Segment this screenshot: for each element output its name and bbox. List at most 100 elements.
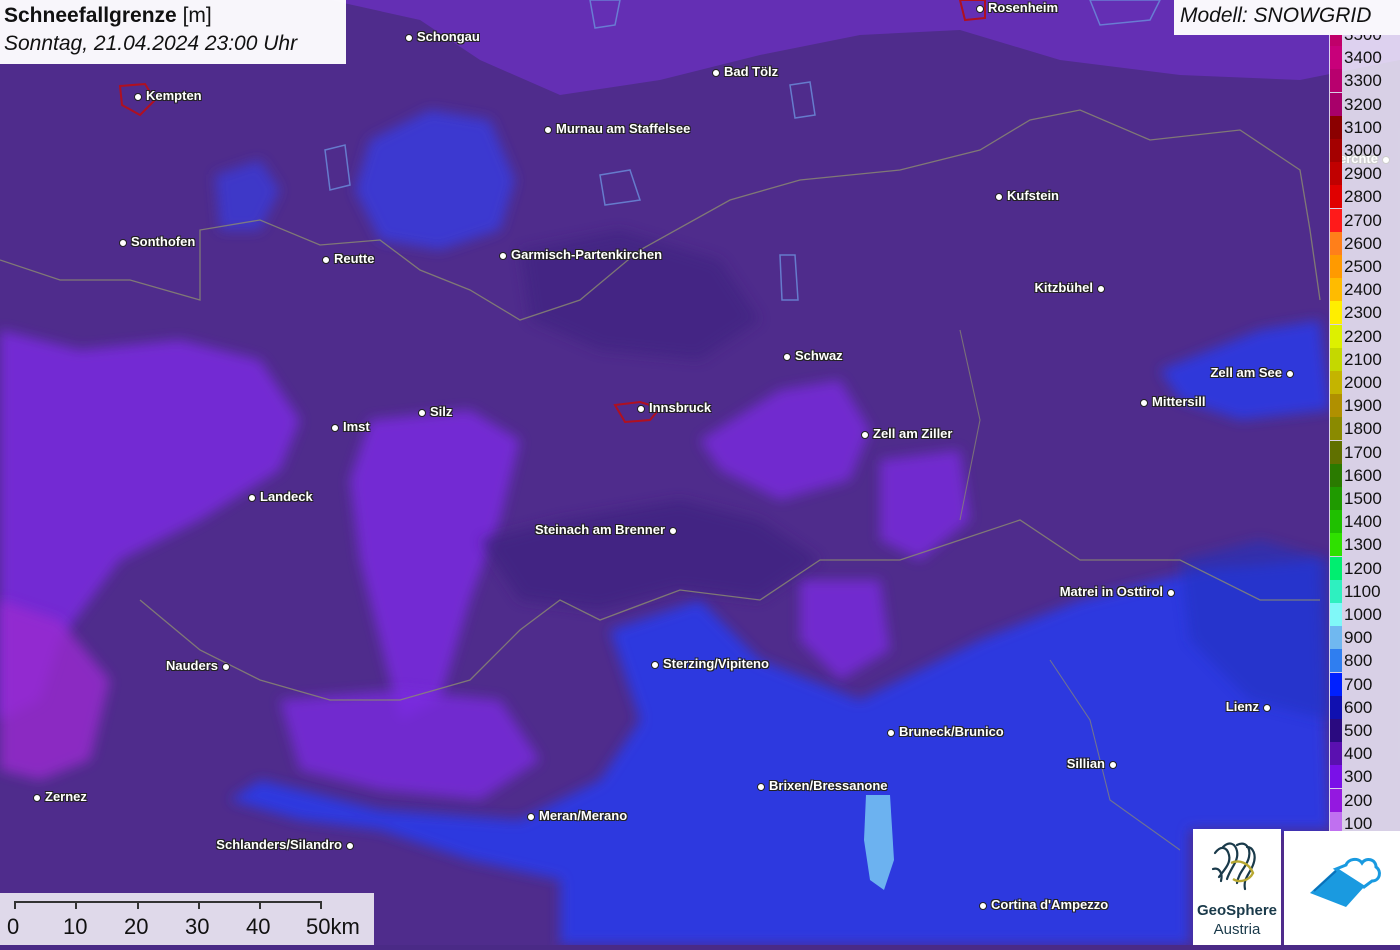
- legend-item: 3000: [1329, 139, 1400, 162]
- city-label[interactable]: Kitzbühel: [1035, 280, 1094, 295]
- city-marker-dot: [405, 34, 413, 42]
- model-label: Modell: SNOWGRID: [1174, 0, 1400, 35]
- legend-item: 100: [1329, 811, 1400, 832]
- legend-label: 800: [1344, 651, 1373, 671]
- legend-swatch: [1330, 347, 1342, 371]
- scale-label: 0: [7, 914, 20, 939]
- legend-swatch: [1330, 695, 1342, 719]
- city-label[interactable]: Bruneck/Brunico: [899, 724, 1004, 739]
- map-datetime: Sonntag, 21.04.2024 23:00 Uhr: [4, 32, 298, 55]
- city-label[interactable]: Murnau am Staffelsee: [556, 121, 690, 136]
- legend-item: 1400: [1329, 510, 1400, 534]
- city-label[interactable]: Sterzing/Vipiteno: [663, 656, 769, 671]
- city-marker-dot: [637, 405, 645, 413]
- legend-item: 3200: [1329, 92, 1400, 116]
- city-marker-dot: [418, 409, 426, 417]
- legend-label: 1700: [1344, 442, 1382, 462]
- scale-label: 10: [63, 914, 88, 939]
- legend-swatch: [1330, 46, 1342, 70]
- city-label[interactable]: Mittersill: [1152, 394, 1205, 409]
- city-label[interactable]: Brixen/Bressanone: [769, 778, 888, 793]
- city-label[interactable]: Silz: [430, 404, 452, 419]
- city-marker-dot: [248, 494, 256, 502]
- city-marker-dot: [527, 813, 535, 821]
- city-label[interactable]: Matrei in Osttirol: [1060, 584, 1163, 599]
- legend-label: 1100: [1344, 581, 1381, 601]
- city-label[interactable]: Imst: [343, 419, 370, 434]
- title-panel: Schneefallgrenze [m] Sonntag, 21.04.2024…: [0, 0, 346, 64]
- city-marker-dot: [976, 5, 984, 13]
- scale-label: 50km: [306, 914, 360, 939]
- city-marker-dot: [783, 353, 791, 361]
- city-label[interactable]: Zell am See: [1210, 365, 1282, 380]
- legend-swatch: [1330, 371, 1342, 394]
- legend-item: 2100: [1329, 347, 1400, 371]
- legend-item: 1000: [1329, 603, 1400, 626]
- legend-swatch: [1330, 208, 1342, 232]
- city-label[interactable]: Nauders: [166, 658, 218, 673]
- legend-label: 2000: [1344, 373, 1382, 392]
- city-label[interactable]: Schwaz: [795, 348, 843, 363]
- city-label[interactable]: Kempten: [146, 88, 202, 103]
- city-label[interactable]: Lienz: [1226, 699, 1259, 714]
- geosphere-logo[interactable]: GeoSphere Austria: [1193, 829, 1281, 945]
- legend-swatch: [1330, 394, 1342, 418]
- city-label[interactable]: Schongau: [417, 29, 480, 44]
- legend-label: 1600: [1344, 465, 1382, 485]
- legend-label: 2600: [1344, 233, 1382, 253]
- city-label[interactable]: Innsbruck: [649, 400, 711, 415]
- scale-tick: [137, 901, 139, 909]
- city-label[interactable]: Schlanders/Silandro: [216, 837, 342, 852]
- legend-label: 2900: [1344, 164, 1382, 184]
- city-label[interactable]: Meran/Merano: [539, 808, 627, 823]
- city-label[interactable]: Kufstein: [1007, 188, 1059, 203]
- legend-label: 2200: [1344, 326, 1382, 346]
- city-marker-dot: [1140, 399, 1148, 407]
- legend-item: 600: [1329, 695, 1400, 719]
- legend-label: 100: [1344, 813, 1373, 832]
- city-marker-dot: [712, 69, 720, 77]
- scale-tick: [75, 901, 77, 909]
- city-label[interactable]: Sonthofen: [131, 234, 195, 249]
- legend-swatch: [1330, 788, 1342, 812]
- legend-label: 2400: [1344, 280, 1382, 300]
- legend-label: 3400: [1344, 48, 1382, 68]
- legend-label: 2100: [1344, 349, 1382, 369]
- legend-item: 400: [1329, 742, 1400, 766]
- legend-item: 1900: [1329, 394, 1400, 418]
- legend-item: 1700: [1329, 440, 1400, 464]
- legend-item: 2400: [1329, 278, 1400, 302]
- legend-swatch: [1330, 231, 1342, 255]
- geosphere-name: GeoSphere: [1196, 902, 1278, 919]
- city-label[interactable]: Sillian: [1067, 756, 1105, 771]
- snowline-map[interactable]: [0, 0, 1400, 945]
- legend-swatch: [1330, 487, 1342, 510]
- city-marker-dot: [979, 902, 987, 910]
- city-label[interactable]: Rosenheim: [988, 0, 1058, 15]
- geosphere-emblem-icon: [1211, 842, 1256, 891]
- legend-swatch: [1330, 417, 1342, 441]
- snow-cloud-logo[interactable]: [1284, 831, 1400, 945]
- legend-label: 1000: [1344, 605, 1382, 624]
- city-label[interactable]: Zernez: [45, 789, 87, 804]
- city-label[interactable]: Bad Tölz: [724, 64, 778, 79]
- legend-item: 2900: [1329, 162, 1400, 186]
- legend-label: 1900: [1344, 396, 1382, 416]
- city-label[interactable]: Cortina d'Ampezzo: [991, 897, 1108, 912]
- legend-swatch: [1330, 579, 1342, 603]
- city-label[interactable]: Landeck: [260, 489, 313, 504]
- legend-swatch: [1330, 719, 1342, 742]
- legend-item: 2700: [1329, 208, 1400, 232]
- legend-label: 3000: [1344, 141, 1382, 160]
- legend-swatch: [1330, 115, 1342, 139]
- city-label[interactable]: Zell am Ziller: [873, 426, 952, 441]
- city-label[interactable]: Reutte: [334, 251, 374, 266]
- legend-item: 700: [1329, 672, 1400, 696]
- legend-swatch: [1330, 811, 1342, 832]
- legend-label: 2700: [1344, 210, 1382, 230]
- city-marker-dot: [1097, 285, 1105, 293]
- city-marker-dot: [222, 663, 230, 671]
- city-label[interactable]: Steinach am Brenner: [535, 522, 665, 537]
- legend-item: 1100: [1329, 579, 1400, 603]
- city-label[interactable]: Garmisch-Partenkirchen: [511, 247, 662, 262]
